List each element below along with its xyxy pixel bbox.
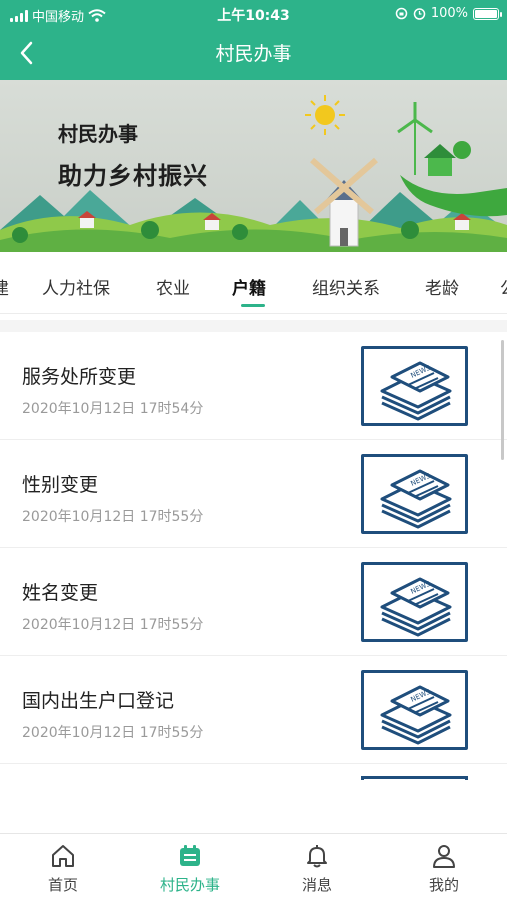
tab-social-security[interactable]: 人力社保 <box>42 274 110 299</box>
tabbar-label: 我的 <box>428 876 459 894</box>
tab-household-registration[interactable]: 户籍 <box>232 274 266 299</box>
tabbar-label: 村民办事 <box>159 876 220 894</box>
tabbar-label: 消息 <box>301 876 332 894</box>
list-item[interactable]: 服务处所变更 2020年10月12日 17时54分 NEWS <box>0 332 507 440</box>
sun-icon <box>305 95 345 135</box>
user-icon <box>433 845 455 868</box>
tabbar-village-affairs[interactable]: 村民办事 <box>127 834 253 900</box>
tabbar-label: 首页 <box>47 876 78 894</box>
news-list: 服务处所变更 2020年10月12日 17时54分 NEWS 性别变更 2020… <box>0 332 507 780</box>
item-title: 服务处所变更 <box>22 366 137 388</box>
item-time: 2020年10月12日 17时54分 <box>22 401 204 417</box>
list-item[interactable]: 性别变更 2020年10月12日 17时55分 NEWS <box>0 440 507 548</box>
item-time: 2020年10月12日 17时55分 <box>22 725 204 741</box>
orientation-lock-icon <box>395 7 408 20</box>
banner-line-1: 村民办事 <box>58 122 138 146</box>
item-title: 姓名变更 <box>22 582 99 604</box>
alarm-icon <box>413 8 426 20</box>
tab-partial-right[interactable]: 公 <box>500 274 507 299</box>
page-title: 村民办事 <box>215 43 292 65</box>
category-tabs: 建 人力社保 农业 户籍 组织关系 老龄 公 <box>0 252 507 314</box>
calendar-icon <box>180 845 200 866</box>
item-time: 2020年10月12日 17时55分 <box>22 617 204 633</box>
nav-bar: 村民办事 <box>0 28 507 78</box>
hand-house-icon <box>397 102 507 217</box>
status-right: 100% <box>395 6 502 21</box>
list-separator <box>0 320 507 332</box>
scrollbar[interactable] <box>501 340 504 460</box>
tab-elderly[interactable]: 老龄 <box>425 274 459 299</box>
tabbar-home[interactable]: 首页 <box>0 834 126 900</box>
item-title: 性别变更 <box>22 474 99 496</box>
tab-organization[interactable]: 组织关系 <box>312 274 380 299</box>
battery-percent: 100% <box>430 6 468 21</box>
tab-partial-left[interactable]: 建 <box>0 274 9 299</box>
tabbar-me[interactable]: 我的 <box>381 834 507 900</box>
news-icon: NEWS <box>361 562 468 642</box>
item-time: 2020年10月12日 17时55分 <box>22 509 204 525</box>
home-icon <box>52 845 74 867</box>
list-item[interactable]: 姓名变更 2020年10月12日 17时55分 NEWS <box>0 548 507 656</box>
active-tab-indicator <box>241 304 265 307</box>
news-icon: NEWS <box>361 346 468 426</box>
tab-agriculture[interactable]: 农业 <box>156 274 190 299</box>
bell-icon <box>307 845 327 868</box>
news-icon <box>361 776 468 780</box>
news-icon: NEWS <box>361 670 468 750</box>
top-bar: 中国移动 上午10:43 100% 村民办事 <box>0 0 507 80</box>
item-title: 国内出生户口登记 <box>22 690 175 712</box>
status-bar: 中国移动 上午10:43 100% <box>0 0 507 28</box>
battery-icon <box>473 7 502 20</box>
banner-image: 村民办事 助力乡村振兴 <box>0 80 507 252</box>
news-icon: NEWS <box>361 454 468 534</box>
bottom-tab-bar: 首页 村民办事 消息 我的 <box>0 833 507 900</box>
tabbar-messages[interactable]: 消息 <box>254 834 380 900</box>
list-item[interactable]: 国内出生户口登记 2020年10月12日 17时55分 NEWS <box>0 656 507 764</box>
banner-line-2: 助力乡村振兴 <box>58 161 208 190</box>
